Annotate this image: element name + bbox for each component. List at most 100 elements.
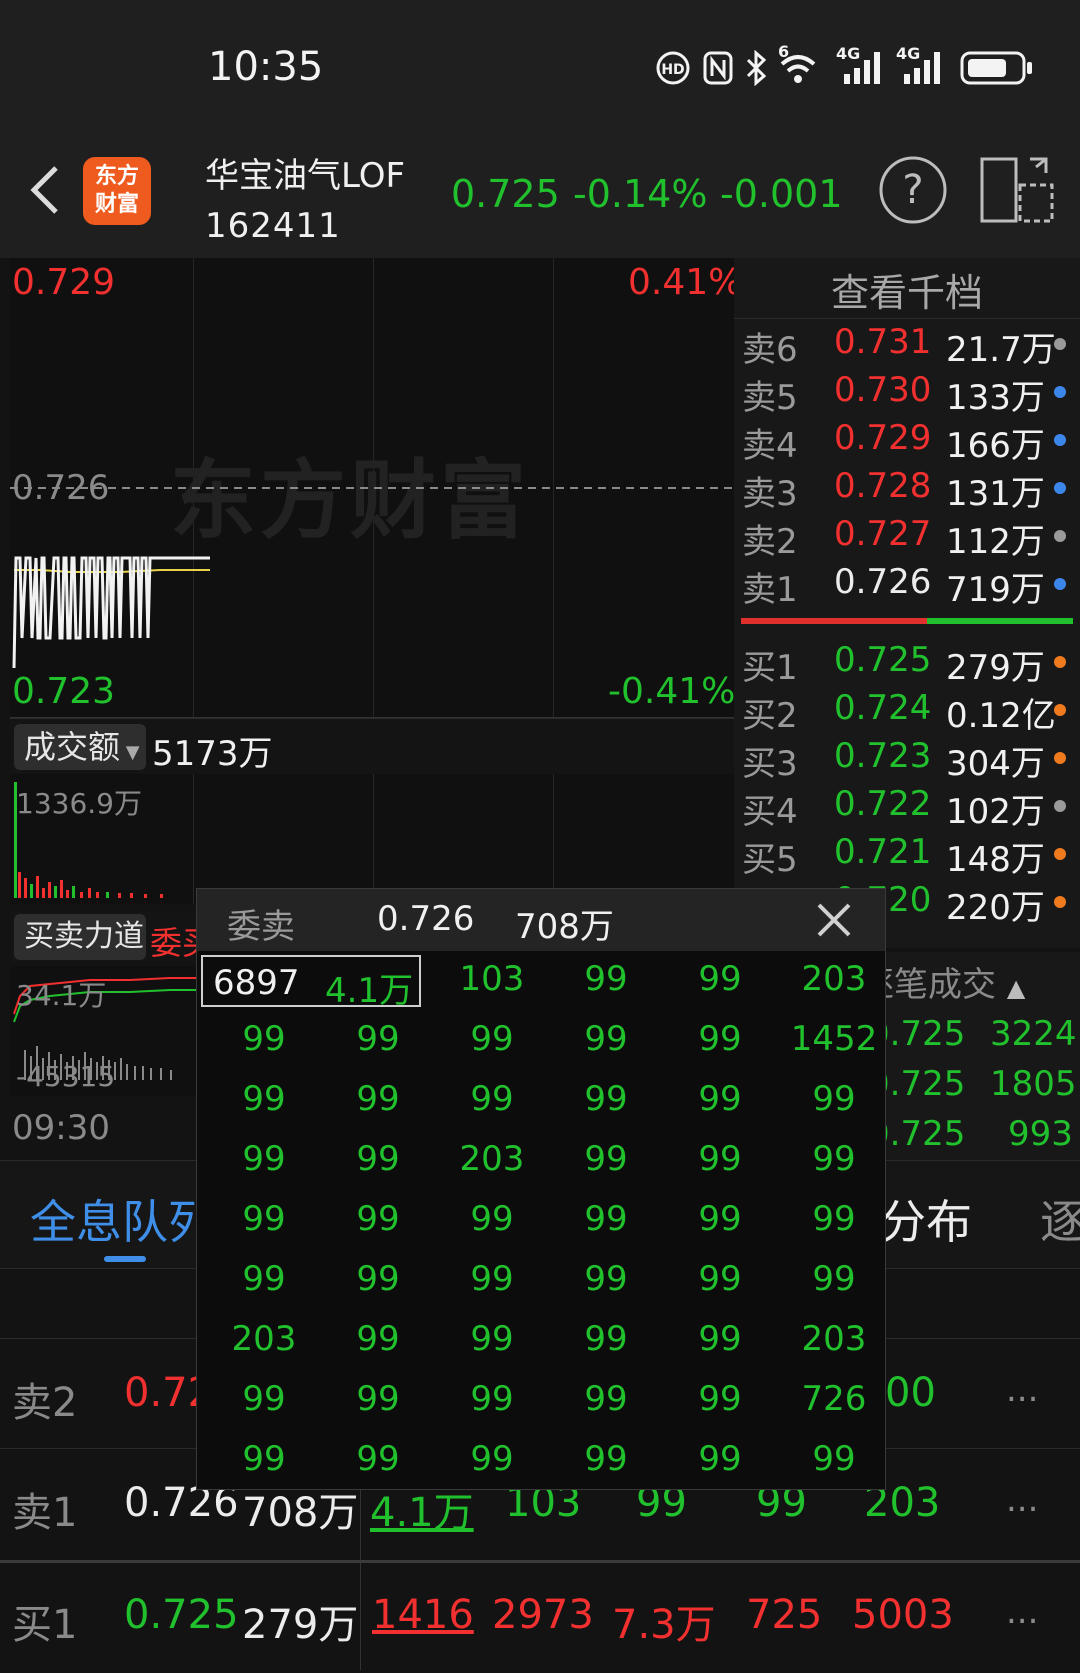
popup-queue-cell[interactable]: 99 [549,1439,663,1479]
level-price: 0.729 [834,418,932,458]
queue-item[interactable]: 7.3万 [612,1592,716,1650]
order-book-row-sell5[interactable]: 卖2 0.727 112万 [734,514,1070,562]
popup-queue-cell[interactable]: 99 [663,1319,777,1359]
view-thousand-levels[interactable]: 查看千档 [734,262,1080,317]
popup-queue-cell[interactable]: 99 [777,1199,891,1239]
level-label: 买3 [742,744,798,784]
level-price: 0.726 [834,562,932,602]
order-book-row-sell4[interactable]: 卖3 0.728 131万 [734,466,1070,514]
popup-queue-cell[interactable]: 99 [207,1199,321,1239]
popup-queue-cell[interactable]: 99 [663,959,777,999]
popup-queue-cell[interactable]: 99 [435,1259,549,1299]
popup-queue-cell[interactable]: 99 [207,1079,321,1119]
popup-queue-cell[interactable]: 99 [777,1439,891,1479]
popup-queue-cell[interactable]: 99 [663,1019,777,1059]
popup-queue-cell[interactable]: 99 [321,1319,435,1359]
force-selector[interactable]: 买卖力道 ▼ [14,914,146,1001]
queue-item[interactable]: 5003 [852,1592,954,1638]
order-book-row-buy4[interactable]: 买4 0.722 102万 [734,784,1070,832]
level-volume: 148万 [946,840,1045,880]
popup-queue-cell[interactable]: 99 [549,1319,663,1359]
popup-queue-cell[interactable]: 99 [663,1199,777,1239]
level-volume: 166万 [946,426,1045,466]
popup-queue-cell[interactable]: 99 [663,1259,777,1299]
popup-queue-cell[interactable]: 99 [663,1379,777,1419]
popup-queue-cell[interactable]: 99 [549,1139,663,1179]
popup-selected-cell[interactable]: 6897 4.1万 [201,955,421,1011]
order-book-row-sell2[interactable]: 卖5 0.730 133万 [734,370,1070,418]
order-book-row-buy1[interactable]: 买1 0.725 279万 [734,640,1070,688]
popup-queue-cell[interactable]: 203 [207,1319,321,1359]
order-book-row-sell1[interactable]: 卖6 0.731 21.7万 [734,322,1070,370]
popup-queue-cell[interactable]: 99 [549,1379,663,1419]
order-book-row-buy3[interactable]: 买3 0.723 304万 [734,736,1070,784]
level-volume: 21.7万 [946,330,1056,370]
popup-queue-cell[interactable]: 99 [207,1019,321,1059]
popup-queue-cell[interactable]: 99 [435,1199,549,1239]
chart-ref-price: 0.726 [12,468,110,508]
popup-queue-cell[interactable]: 99 [207,1259,321,1299]
close-icon[interactable] [815,901,853,939]
popup-queue-cell[interactable]: 99 [435,1079,549,1119]
popup-queue-cell[interactable]: 99 [777,1139,891,1179]
popup-queue-cell[interactable]: 203 [435,1139,549,1179]
popup-queue-cell[interactable]: 99 [321,1139,435,1179]
sell-queue-popup[interactable]: 委卖 0.726 708万 6897 4.1万 103 99 99 203 99 99 99… [196,888,886,1490]
popup-queue-cell[interactable]: 726 [777,1379,891,1419]
order-book-row-buy2[interactable]: 买2 0.724 0.12亿 [734,688,1070,736]
popup-queue-cell[interactable]: 99 [435,1019,549,1059]
popup-queue-cell[interactable]: 99 [207,1379,321,1419]
volume-selector[interactable]: 成交额 ▼ [14,724,146,770]
popup-queue-cell[interactable]: 99 [777,1079,891,1119]
popup-queue-cell[interactable]: 99 [435,1319,549,1359]
more-icon[interactable]: ... [1006,1480,1038,1520]
more-icon[interactable]: ... [1006,1592,1038,1632]
popup-queue-cell[interactable]: 99 [321,1379,435,1419]
popup-queue-cell[interactable]: 99 [663,1139,777,1179]
popup-queue-cell[interactable]: 99 [549,1259,663,1299]
popup-queue-cell[interactable]: 99 [435,1379,549,1419]
queue-item[interactable]: 2973 [492,1592,594,1638]
current-price: 0.725 [451,172,560,216]
popup-queue-cell[interactable]: 99 [777,1259,891,1299]
popup-queue-cell[interactable]: 99 [549,1079,663,1119]
level-label: 买2 [742,696,798,736]
level-price: 0.721 [834,832,932,872]
popup-queue-cell[interactable]: 99 [321,1439,435,1479]
popup-queue-cell[interactable]: 99 [663,1439,777,1479]
popup-queue-cell[interactable]: 99 [321,1199,435,1239]
popup-queue-cell[interactable]: 99 [207,1139,321,1179]
order-book-row-buy5[interactable]: 买5 0.721 148万 [734,832,1070,880]
status-time: 10:35 [208,44,324,90]
popup-queue-cell[interactable]: 99 [549,1199,663,1239]
level-volume: 102万 [946,792,1045,832]
popup-queue-cell[interactable]: 99 [549,959,663,999]
tab-more[interactable]: 逐 [1040,1186,1080,1252]
tab-full-queue[interactable]: 全息队列 [30,1186,214,1252]
popup-queue-cell[interactable]: 99 [321,1259,435,1299]
order-book-row-sell3[interactable]: 卖4 0.729 166万 [734,418,1070,466]
popup-queue-cell[interactable]: 99 [321,1079,435,1119]
more-icon[interactable]: ... [1006,1370,1038,1410]
chevron-left-icon[interactable] [22,160,66,220]
popup-queue-cell[interactable]: 203 [777,959,891,999]
queue-item[interactable]: 725 [746,1592,822,1638]
order-book-row-sell6[interactable]: 卖1 0.726 719万 [734,562,1070,610]
popup-queue-cell[interactable]: 203 [777,1319,891,1359]
screen-switch-icon[interactable] [980,155,1056,225]
popup-queue-cell[interactable]: 99 [549,1019,663,1059]
level-price: 0.725 [834,640,932,680]
level-label: 买5 [742,840,798,880]
popup-header: 委卖 0.726 708万 [197,889,885,951]
popup-queue-cell[interactable]: 99 [663,1079,777,1119]
popup-queue-cell[interactable]: 99 [207,1439,321,1479]
popup-queue-cell[interactable]: 103 [435,959,549,999]
queue-label: 卖2 [12,1380,78,1426]
level-price: 0.730 [834,370,932,410]
queue-item[interactable]: 1416 [372,1592,474,1638]
popup-queue-cell[interactable]: 99 [435,1439,549,1479]
popup-queue-cell[interactable]: 1452 [777,1019,891,1059]
question-circle-icon[interactable]: ? [878,155,948,225]
popup-queue-cell[interactable]: 99 [321,1019,435,1059]
tab-distribution[interactable]: 分布 [880,1186,972,1252]
